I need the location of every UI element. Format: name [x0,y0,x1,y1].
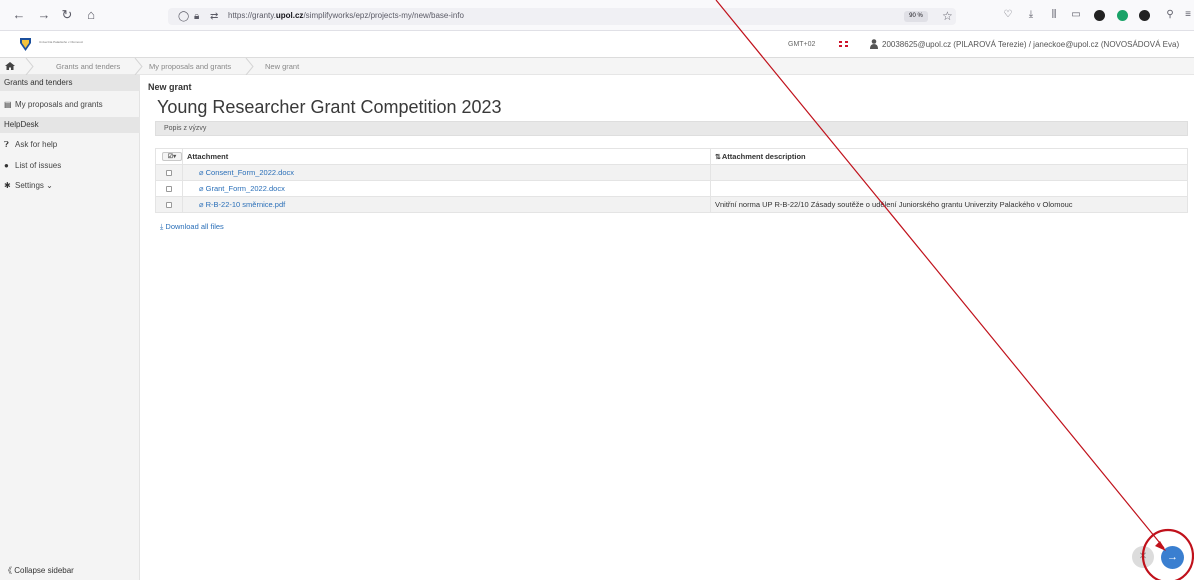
close-button[interactable]: ✕ [1132,546,1154,568]
download-icon[interactable]: ⤓ [1023,7,1039,23]
user-icon [870,39,878,49]
attachment-link[interactable]: ⌀ R-B-22-10 směrnice.pdf [183,200,285,209]
double-chevron-left-icon: 《 [4,566,12,575]
sidebar-toggle-icon[interactable]: ▭ [1068,7,1084,23]
annotation-arrow-line [715,0,1165,549]
page-subtitle: New grant [148,82,192,92]
browser-toolbar: ← → ↻ ⌂ ◯ 🔒︎ ⇄ https://granty.upol.cz/si… [0,0,1194,31]
zoom-badge[interactable]: 90 % [904,11,928,22]
library-icon[interactable]: ⫼ [1046,7,1062,23]
home-icon[interactable]: ⌂ [82,6,100,24]
attachment-link[interactable]: ⌀ Grant_Form_2022.docx [183,184,285,193]
call-description-panel[interactable]: Popis z výzvy [155,121,1188,136]
document-icon: ▤ [4,100,12,109]
table-row: ⌀ R-B-22-10 směrnice.pdf Vnitřní norma U… [155,196,1188,213]
extensions-puzzle-icon[interactable]: ⚲ [1162,7,1178,23]
menu-icon[interactable]: ≡ [1180,7,1194,23]
university-logo-text: Univerzita Palackého v Olomouci [39,40,84,44]
page-title: Young Researcher Grant Competition 2023 [157,97,502,117]
select-all-header: ☑▾ [155,148,183,165]
user-account-label[interactable]: 20038625@upol.cz (PILAROVÁ Terezie) / ja… [882,40,1179,49]
forward-icon[interactable]: → [35,6,53,24]
breadcrumb-item-new-grant: New grant [265,62,300,71]
address-bar[interactable]: ◯ 🔒︎ ⇄ https://granty.upol.cz/simplifywo… [168,8,956,25]
reload-icon[interactable]: ↻ [58,6,76,24]
language-flag-icon[interactable] [839,41,848,47]
university-logo-icon[interactable] [20,38,31,51]
row-checkbox[interactable] [166,186,172,193]
table-row: ⌀ Consent_Form_2022.docx [155,164,1188,181]
breadcrumb-separator-icon [25,58,34,75]
download-icon: ⤓ [160,222,164,231]
lock-icon[interactable]: 🔒︎ [194,9,199,24]
attachment-description: Vnitřní norma UP R-B-22/10 Zásady soutěž… [710,196,1188,213]
url-text: https://granty.upol.cz/simplifyworks/epz… [228,11,464,20]
sidebar-section-helpdesk[interactable]: HelpDesk [0,117,140,133]
sidebar-section-grants[interactable]: Grants and tenders [0,75,140,91]
app-header: Univerzita Palackého v Olomouci GMT+02 2… [0,31,1194,58]
column-header-attachment[interactable]: Attachment [182,148,711,165]
sidebar-item-ask-for-help[interactable]: ❓︎ Ask for help [0,135,140,155]
attachment-description [710,164,1188,181]
sidebar-item-list-of-issues[interactable]: ● List of issues [0,156,140,176]
chevron-down-icon: ⌄ [46,181,53,190]
home-icon[interactable] [5,61,15,71]
bulk-select-dropdown[interactable]: ☑▾ [162,152,182,162]
question-icon: ❓︎ [4,140,9,149]
back-icon[interactable]: ← [10,6,28,24]
sort-icon[interactable]: ⇅ [715,154,721,161]
row-checkbox[interactable] [166,170,172,177]
breadcrumb-separator-icon [245,58,254,75]
column-header-description[interactable]: ⇅Attachment description [710,148,1188,165]
attachments-table: ☑▾ Attachment ⇅Attachment description ⌀ … [155,148,1188,213]
attachment-link[interactable]: ⌀ Consent_Form_2022.docx [183,168,294,177]
next-button[interactable]: → [1161,546,1184,569]
breadcrumb: Grants and tenders My proposals and gran… [0,58,1194,75]
gear-icon: ✱ [4,181,11,190]
comment-icon: ● [4,161,9,170]
shield-icon[interactable]: ◯ [178,9,189,24]
sidebar: Grants and tenders ▤ My proposals and gra… [0,75,140,580]
breadcrumb-item-proposals[interactable]: My proposals and grants [149,62,231,71]
attachment-description [710,180,1188,197]
permissions-icon[interactable]: ⇄ [210,9,218,24]
extension-icon[interactable] [1117,10,1128,21]
collapse-sidebar-button[interactable]: 《 Collapse sidebar [4,565,74,576]
row-checkbox[interactable] [166,202,172,209]
extension-icon[interactable] [1139,10,1150,21]
pocket-icon[interactable]: ♡ [1000,7,1016,23]
table-row: ⌀ Grant_Form_2022.docx [155,180,1188,197]
timezone-label: GMT+02 [788,41,816,48]
download-all-link[interactable]: ⤓ Download all files [160,222,224,232]
sidebar-item-my-proposals[interactable]: ▤ My proposals and grants [0,95,140,115]
breadcrumb-item-grants[interactable]: Grants and tenders [56,62,120,71]
bookmark-star-icon[interactable]: ☆ [942,8,953,25]
breadcrumb-separator-icon [134,58,143,75]
extension-icon[interactable] [1094,10,1105,21]
sidebar-item-settings[interactable]: ✱ Settings ⌄ [0,176,140,196]
